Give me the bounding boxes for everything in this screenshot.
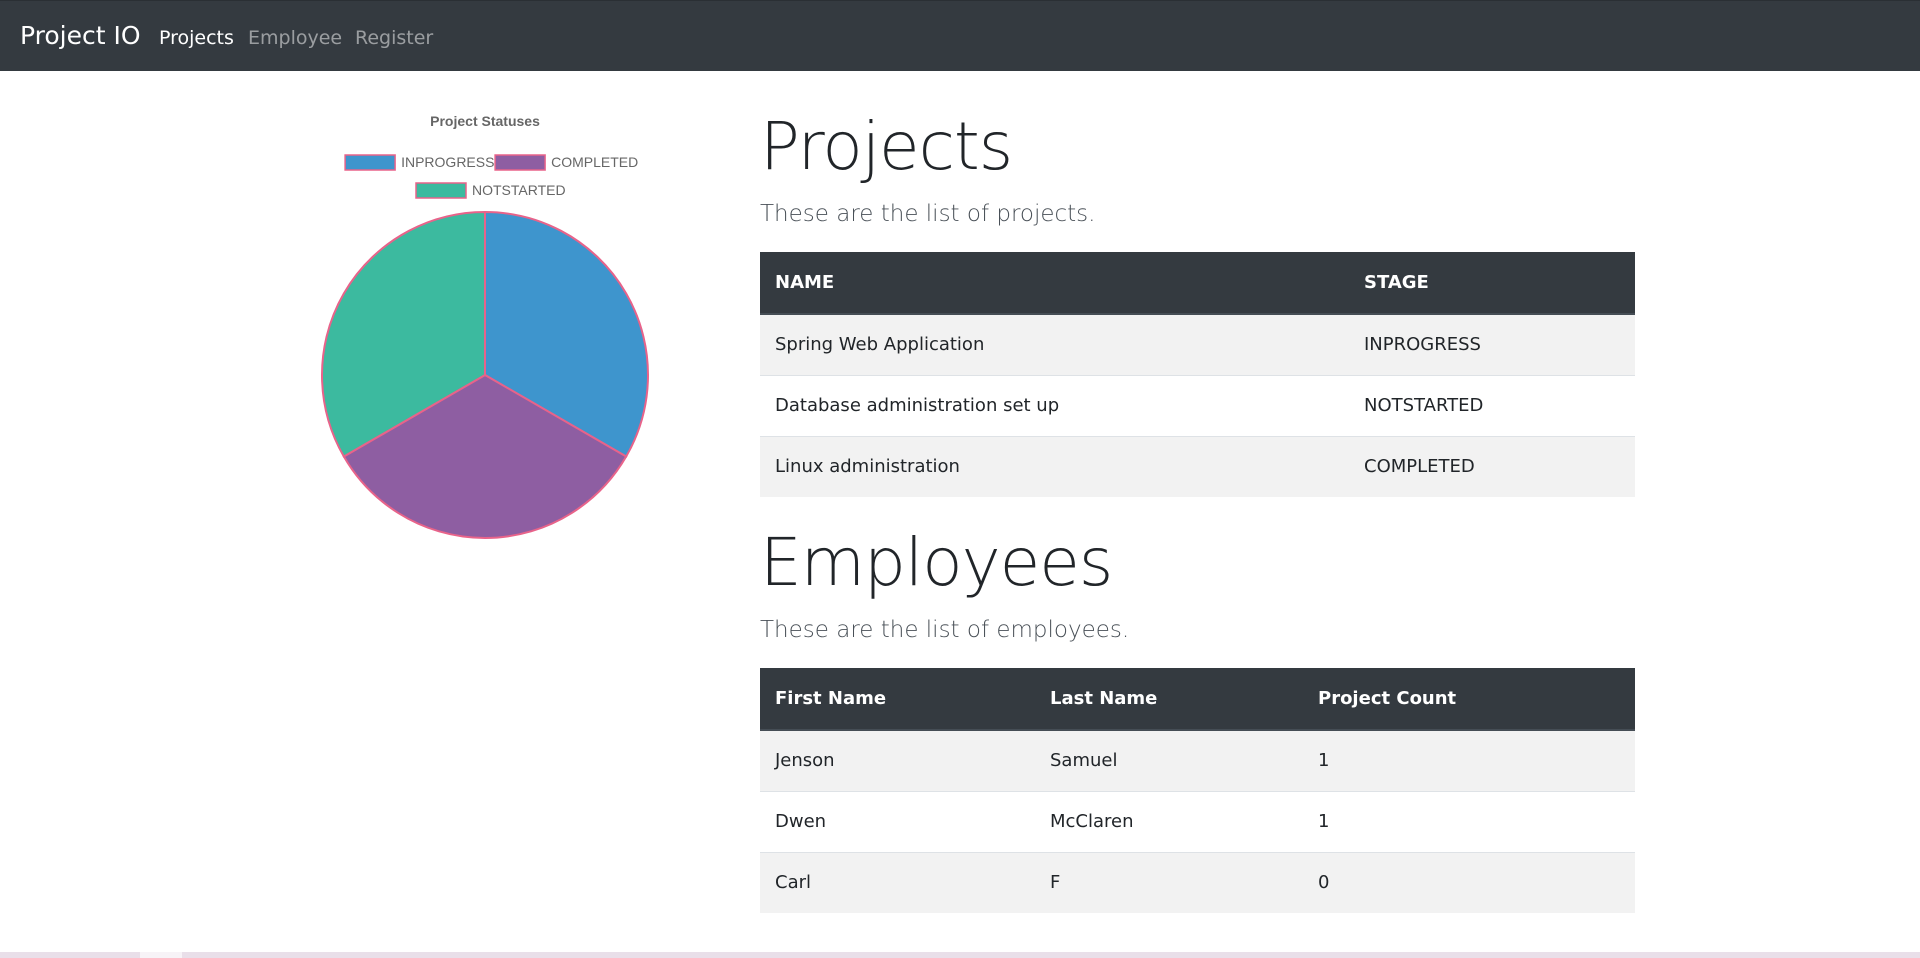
brand-link[interactable]: Project IO	[20, 21, 141, 50]
legend-swatch-completed[interactable]	[494, 154, 546, 171]
column-header-first-name: First Name	[760, 668, 1035, 731]
navbar: Project IO Projects Employee Register	[0, 0, 1920, 71]
legend-label-inprogress[interactable]: INPROGRESS	[401, 154, 494, 170]
column-header-last-name: Last Name	[1035, 668, 1303, 731]
column-header-stage: STAGE	[1349, 252, 1635, 315]
employee-first-name-cell: Dwen	[760, 790, 1035, 852]
nav-link-register[interactable]: Register	[355, 27, 433, 49]
employee-project-count-cell: 1	[1303, 729, 1635, 791]
projects-heading: Projects	[760, 108, 1013, 185]
employees-table-header: First Name Last Name Project Count	[760, 668, 1635, 731]
nav-link-employee[interactable]: Employee	[248, 27, 342, 49]
column-header-name: NAME	[760, 252, 1349, 315]
employee-first-name-cell: Carl	[760, 851, 1035, 913]
projects-table: NAME STAGE Spring Web Application INPROG…	[760, 252, 1635, 497]
projects-table-header: NAME STAGE	[760, 252, 1635, 315]
employee-project-count-cell: 1	[1303, 790, 1635, 852]
project-stage-cell: COMPLETED	[1349, 435, 1635, 497]
pie-chart-svg: Project Statuses INPROGRESS COMPLETED NOTST…	[321, 113, 649, 539]
table-row: Jenson Samuel 1	[760, 729, 1635, 791]
table-row: Spring Web Application INPROGRESS	[760, 313, 1635, 375]
employee-last-name-cell: McClaren	[1035, 790, 1303, 852]
legend-swatch-notstarted[interactable]	[415, 182, 467, 199]
project-name-cell: Spring Web Application	[760, 313, 1349, 375]
table-row: Dwen McClaren 1	[760, 790, 1635, 852]
chart-title: Project Statuses	[430, 113, 540, 129]
legend-label-notstarted[interactable]: NOTSTARTED	[472, 182, 566, 198]
employee-last-name-cell: F	[1035, 851, 1303, 913]
table-row: Carl F 0	[760, 851, 1635, 913]
employee-first-name-cell: Jenson	[760, 729, 1035, 791]
project-status-chart: Project Statuses INPROGRESS COMPLETED NOTST…	[310, 100, 660, 550]
employees-heading: Employees	[760, 524, 1113, 601]
projects-subtitle: These are the list of projects.	[760, 201, 1096, 227]
project-stage-cell: NOTSTARTED	[1349, 374, 1635, 436]
employee-last-name-cell: Samuel	[1035, 729, 1303, 791]
column-header-project-count: Project Count	[1303, 668, 1635, 731]
legend-label-completed[interactable]: COMPLETED	[551, 154, 638, 170]
scrollbar-thumb[interactable]	[140, 952, 182, 958]
horizontal-scrollbar[interactable]	[0, 952, 1920, 958]
employee-project-count-cell: 0	[1303, 851, 1635, 913]
project-name-cell: Linux administration	[760, 435, 1349, 497]
nav-link-projects[interactable]: Projects	[159, 27, 234, 49]
project-stage-cell: INPROGRESS	[1349, 313, 1635, 375]
table-row: Database administration set up NOTSTARTE…	[760, 374, 1635, 436]
employees-subtitle: These are the list of employees.	[760, 617, 1130, 643]
employees-table: First Name Last Name Project Count Jenso…	[760, 668, 1635, 913]
legend-swatch-inprogress[interactable]	[344, 154, 396, 171]
project-name-cell: Database administration set up	[760, 374, 1349, 436]
table-row: Linux administration COMPLETED	[760, 435, 1635, 497]
